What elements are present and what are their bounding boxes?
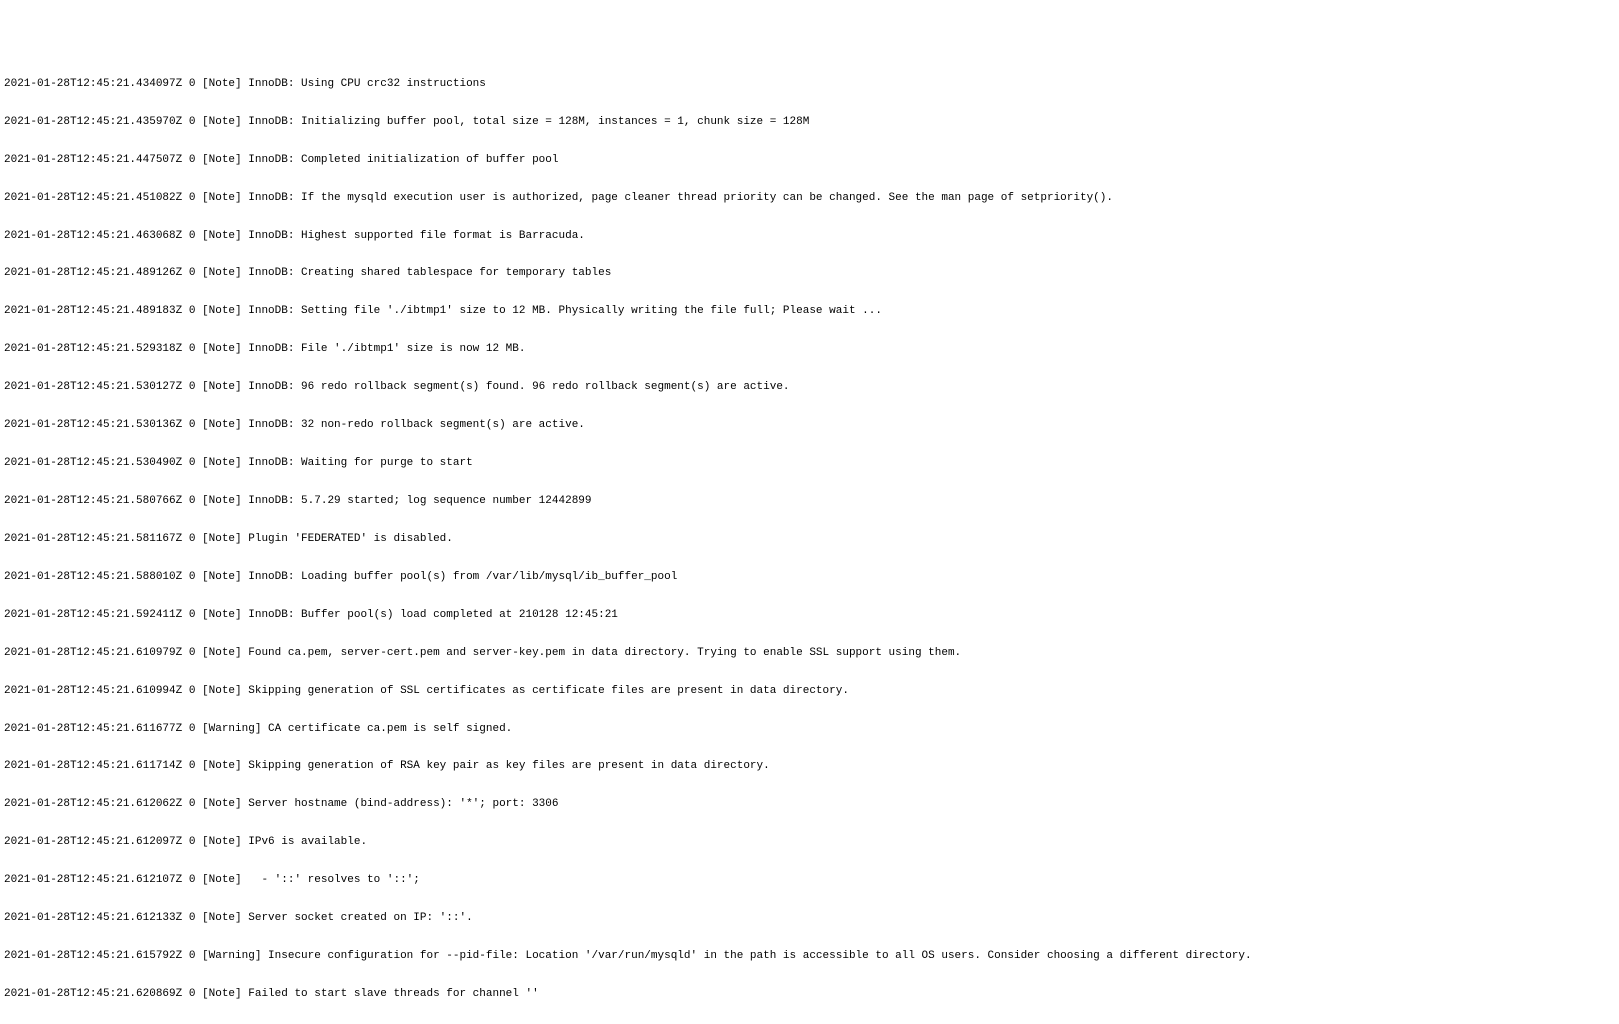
log-line: 2021-01-28T12:45:21.612133Z 0 [Note] Ser… xyxy=(4,912,1615,925)
log-line: 2021-01-28T12:45:21.529318Z 0 [Note] Inn… xyxy=(4,343,1615,356)
log-line: 2021-01-28T12:45:21.580766Z 0 [Note] Inn… xyxy=(4,495,1615,508)
log-line: 2021-01-28T12:45:21.581167Z 0 [Note] Plu… xyxy=(4,533,1615,546)
log-line: 2021-01-28T12:45:21.530127Z 0 [Note] Inn… xyxy=(4,381,1615,394)
log-line: 2021-01-28T12:45:21.612107Z 0 [Note] - '… xyxy=(4,874,1615,887)
log-line: 2021-01-28T12:45:21.435970Z 0 [Note] Inn… xyxy=(4,116,1615,129)
log-line: 2021-01-28T12:45:21.610979Z 0 [Note] Fou… xyxy=(4,647,1615,660)
log-line: 2021-01-28T12:45:21.612097Z 0 [Note] IPv… xyxy=(4,836,1615,849)
log-line: 2021-01-28T12:45:21.489183Z 0 [Note] Inn… xyxy=(4,305,1615,318)
log-line: 2021-01-28T12:45:21.612062Z 0 [Note] Ser… xyxy=(4,798,1615,811)
log-line: 2021-01-28T12:45:21.447507Z 0 [Note] Inn… xyxy=(4,154,1615,167)
log-line: 2021-01-28T12:45:21.489126Z 0 [Note] Inn… xyxy=(4,267,1615,280)
log-line: 2021-01-28T12:45:21.610994Z 0 [Note] Ski… xyxy=(4,685,1615,698)
log-line: 2021-01-28T12:45:21.592411Z 0 [Note] Inn… xyxy=(4,609,1615,622)
log-line: 2021-01-28T12:45:21.615792Z 0 [Warning] … xyxy=(4,950,1615,963)
log-line: 2021-01-28T12:45:21.530136Z 0 [Note] Inn… xyxy=(4,419,1615,432)
log-line: 2021-01-28T12:45:21.611714Z 0 [Note] Ski… xyxy=(4,760,1615,773)
log-line: 2021-01-28T12:45:21.588010Z 0 [Note] Inn… xyxy=(4,571,1615,584)
log-output: 2021-01-28T12:45:21.434097Z 0 [Note] Inn… xyxy=(4,53,1615,1024)
log-line: 2021-01-28T12:45:21.620869Z 0 [Note] Fai… xyxy=(4,988,1615,1001)
log-line: 2021-01-28T12:45:21.463068Z 0 [Note] Inn… xyxy=(4,230,1615,243)
log-line: 2021-01-28T12:45:21.530490Z 0 [Note] Inn… xyxy=(4,457,1615,470)
log-line: 2021-01-28T12:45:21.451082Z 0 [Note] Inn… xyxy=(4,192,1615,205)
log-line: 2021-01-28T12:45:21.434097Z 0 [Note] Inn… xyxy=(4,78,1615,91)
log-line: 2021-01-28T12:45:21.611677Z 0 [Warning] … xyxy=(4,723,1615,736)
